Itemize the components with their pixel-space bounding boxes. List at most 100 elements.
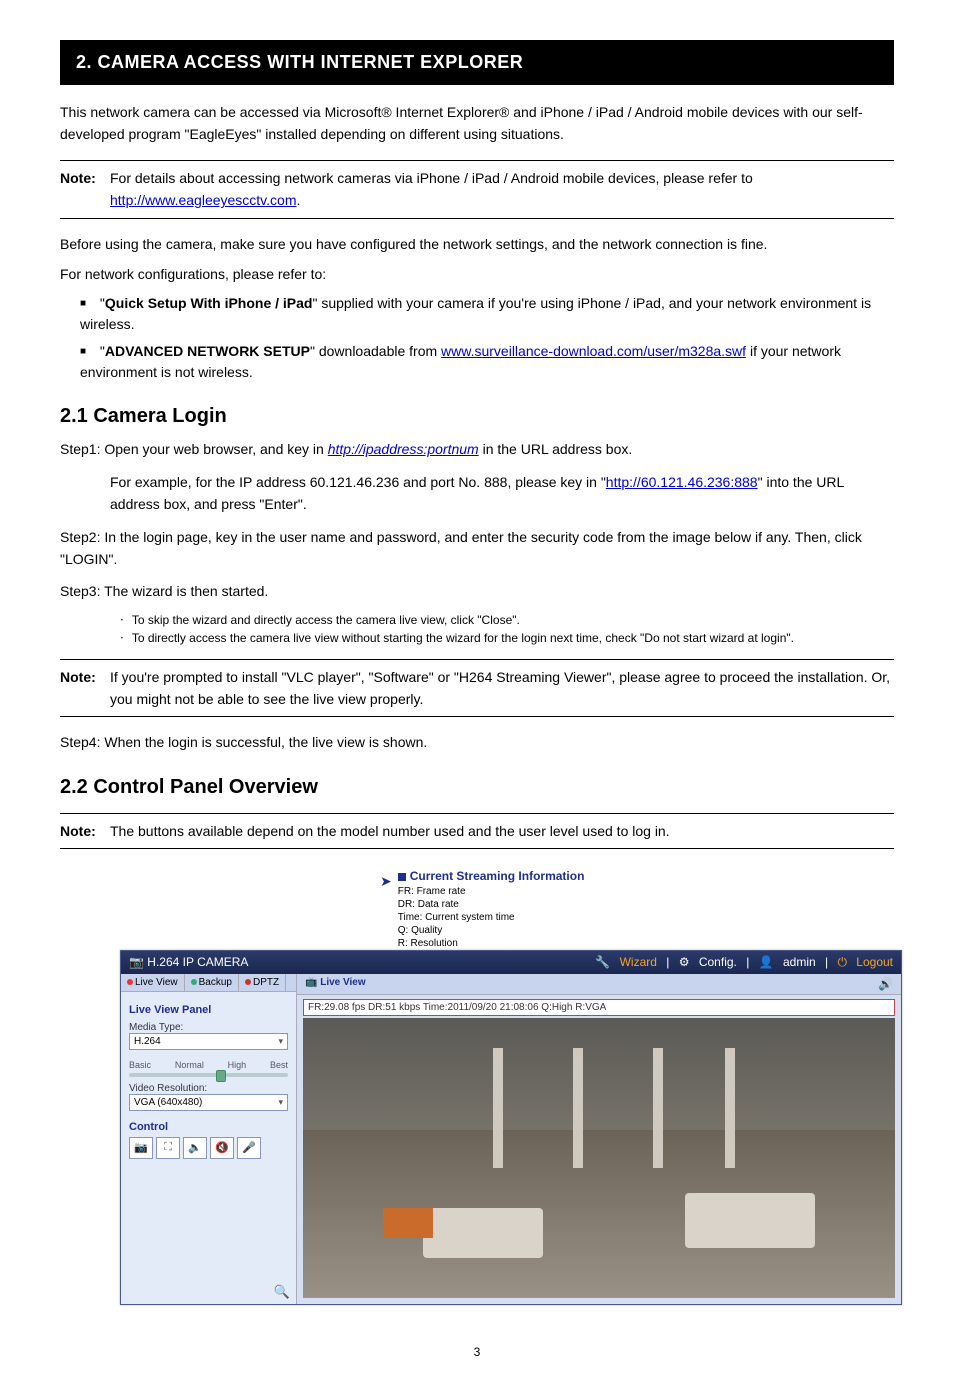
media-type-value: H.264 (134, 1036, 161, 1047)
control-buttons: 📷 ⛶ 🔈 🔇 🎤 (129, 1137, 288, 1159)
step1-link[interactable]: http://ipaddress:portnum (328, 441, 479, 457)
csi-legend: ➤ Current Streaming Information FR: Fram… (380, 869, 894, 950)
bullet1-strong: Quick Setup With iPhone / iPad (105, 295, 313, 311)
left-tabs: Live View Backup DPTZ (121, 974, 296, 992)
step3-sub-1: To skip the wizard and directly access t… (120, 613, 894, 627)
speaker-button[interactable]: 🔈 (183, 1137, 207, 1159)
zoom-icon[interactable]: 🔍 (274, 1284, 290, 1300)
figure-control-panel: ➤ Current Streaming Information FR: Fram… (60, 869, 894, 1305)
section-header: 2. CAMERA ACCESS WITH INTERNET EXPLORER (60, 40, 894, 85)
fullscreen-button[interactable]: ⛶ (156, 1137, 180, 1159)
step3: Step3: The wizard is then started. (60, 580, 894, 602)
live-view-panel-header: Live View Panel (129, 1004, 288, 1016)
q-high: High (228, 1060, 247, 1070)
vres-select[interactable]: VGA (640x480) ▾ (129, 1094, 288, 1111)
step3-sub-2: To directly access the camera live view … (120, 631, 894, 645)
vres-value: VGA (640x480) (134, 1097, 202, 1108)
sep: | (666, 955, 669, 969)
step1-ex-link[interactable]: http://60.121.46.236:888 (606, 474, 758, 490)
step1: Step1: Open your web browser, and key in… (60, 438, 894, 460)
note-box-3: Note: The buttons available depend on th… (60, 813, 894, 849)
nav-admin[interactable]: 👤 admin (759, 955, 816, 969)
sep: | (746, 955, 749, 969)
main-tab-label: Live View (320, 977, 365, 988)
csi-line-3: Q: Quality (398, 924, 585, 937)
bullet2-link[interactable]: www.surveillance-download.com/user/m328a… (441, 343, 746, 359)
mute-button[interactable]: 🔇 (210, 1137, 234, 1159)
sep: | (825, 955, 828, 969)
title-bar: 📷 H.264 IP CAMERA 🔧 Wizard | ⚙ Config. |… (121, 951, 901, 974)
backup-icon (191, 979, 197, 985)
slider-thumb[interactable] (216, 1070, 226, 1082)
scene-pillar (725, 1048, 735, 1168)
square-bullet-icon (398, 873, 406, 881)
q-normal: Normal (175, 1060, 204, 1070)
arrow-icon: ➤ (380, 873, 392, 890)
window-title: 📷 H.264 IP CAMERA (129, 955, 248, 969)
stream-info-bar: FR:29.08 fps DR:51 kbps Time:2011/09/20 … (303, 999, 895, 1016)
step1-example: For example, for the IP address 60.121.4… (60, 471, 894, 516)
bullet-item-1: "Quick Setup With iPhone / iPad" supplie… (80, 293, 894, 335)
csi-line-0: FR: Frame rate (398, 885, 585, 898)
scene-sofa (423, 1208, 543, 1258)
nav-logout[interactable]: ⏻ Logout (837, 955, 893, 969)
nav-config[interactable]: ⚙ Config. (679, 955, 737, 969)
csi-line-4: R: Resolution (398, 937, 585, 950)
note-box-2: Note: If you're prompted to install "VLC… (60, 659, 894, 718)
note1-suffix: . (296, 192, 300, 208)
note2-text: If you're prompted to install "VLC playe… (110, 666, 894, 711)
heading-2-2: 2.2 Control Panel Overview (60, 776, 894, 799)
nav-wizard[interactable]: 🔧 Wizard (595, 955, 657, 969)
mic-button[interactable]: 🎤 (237, 1137, 261, 1159)
left-panel: Live View Backup DPTZ Live View Panel Me… (121, 974, 297, 1304)
quality-row: Basic Normal High Best (129, 1060, 288, 1070)
snapshot-button[interactable]: 📷 (129, 1137, 153, 1159)
step1-pre: Open your web browser, and key in (104, 441, 327, 457)
dptz-icon (245, 979, 251, 985)
media-type-select[interactable]: H.264 ▾ (129, 1033, 288, 1050)
for-config-paragraph: For network configurations, please refer… (60, 263, 894, 285)
note-text: For details about accessing network came… (110, 167, 894, 212)
note-label: Note: (60, 167, 110, 212)
note-box-1: Note: For details about accessing networ… (60, 160, 894, 219)
title-bar-right: 🔧 Wizard | ⚙ Config. | 👤 admin | ⏻ Logou… (589, 955, 893, 970)
scene-pillar (493, 1048, 503, 1168)
step3-subitems: To skip the wizard and directly access t… (60, 613, 894, 645)
note1-link[interactable]: http://www.eagleeyescctv.com (110, 192, 296, 208)
scene-sofa (685, 1193, 815, 1248)
intro-paragraph: This network camera can be accessed via … (60, 101, 894, 146)
csi-title-text: Current Streaming Information (410, 869, 585, 883)
q-best: Best (270, 1060, 288, 1070)
scene-table (383, 1208, 433, 1238)
tab-live-view[interactable]: Live View (121, 974, 185, 991)
chevron-down-icon: ▾ (278, 1097, 283, 1108)
bullet-item-2: "ADVANCED NETWORK SETUP" downloadable fr… (80, 341, 894, 383)
note1-prefix: For details about accessing network came… (110, 170, 753, 186)
step4: Step4: When the login is successful, the… (60, 731, 894, 753)
scene-wall (303, 1018, 895, 1144)
main-live-view-tab: 📺 Live View 🔊 (297, 974, 901, 995)
note3-label: Note: (60, 820, 110, 842)
step1-post: in the URL address box. (483, 441, 633, 457)
before-paragraph: Before using the camera, make sure you h… (60, 233, 894, 255)
video-area (303, 1018, 895, 1298)
tab-dptz[interactable]: DPTZ (239, 974, 286, 991)
quality-slider[interactable] (129, 1073, 288, 1077)
q-basic: Basic (129, 1060, 151, 1070)
step1-ex-pre: For example, for the IP address 60.121.4… (110, 474, 606, 490)
live-view-icon (127, 979, 133, 985)
tab-backup[interactable]: Backup (185, 974, 239, 991)
speaker-icon[interactable]: 🔊 (878, 977, 893, 991)
control-label: Control (129, 1121, 288, 1133)
note3-text: The buttons available depend on the mode… (110, 820, 894, 842)
bullet2-strong: ADVANCED NETWORK SETUP (105, 343, 310, 359)
note2-label: Note: (60, 666, 110, 711)
chevron-down-icon: ▾ (278, 1036, 283, 1047)
config-bullet-list: "Quick Setup With iPhone / iPad" supplie… (60, 293, 894, 383)
step1-label: Step1: (60, 441, 100, 457)
csi-line-1: DR: Data rate (398, 898, 585, 911)
heading-2-1: 2.1 Camera Login (60, 405, 894, 428)
step2: Step2: In the login page, key in the use… (60, 526, 894, 571)
vres-label: Video Resolution: (129, 1083, 288, 1094)
scene-pillar (573, 1048, 583, 1168)
